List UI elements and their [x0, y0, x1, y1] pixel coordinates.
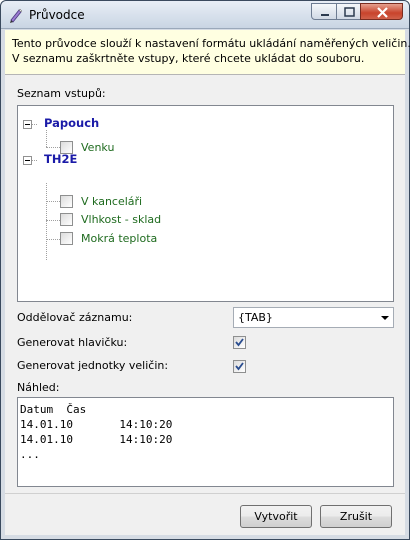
tree-connector — [46, 130, 47, 147]
checkmark-icon — [235, 362, 244, 371]
maximize-button[interactable] — [336, 3, 361, 20]
input-checkbox[interactable] — [60, 213, 73, 226]
minimize-button[interactable] — [311, 3, 337, 20]
tree-connector — [32, 124, 37, 125]
inputs-tree[interactable]: Papouch Venku TH2E V kanceláři Vlhkost -… — [17, 105, 394, 302]
preview-line: 14.01.10 14:10:20 — [20, 433, 173, 446]
checkmark-icon — [235, 338, 244, 347]
preview-label: Náhled: — [17, 381, 60, 394]
info-line: V seznamu zaškrtněte vstupy, které chcet… — [12, 52, 365, 65]
info-panel: Tento průvodce slouží k nastavení formát… — [5, 30, 410, 75]
units-checkbox[interactable] — [233, 360, 246, 373]
tree-connector — [46, 201, 60, 202]
dialog-footer: Vytvořit Zrušit — [5, 493, 405, 535]
tree-item-vlhkost-sklad[interactable]: Vlhkost - sklad — [81, 213, 161, 229]
close-button[interactable] — [360, 3, 403, 20]
info-line: Tento průvodce slouží k nastavení formát… — [12, 37, 410, 50]
header-label: Generovat hlavičku: — [17, 336, 128, 349]
chevron-down-icon — [381, 316, 389, 320]
tree-item-mokra-teplota[interactable]: Mokrá teplota — [81, 232, 157, 248]
tree-connector — [46, 183, 47, 260]
tree-group-th2e[interactable]: TH2E — [44, 152, 77, 168]
preview-line: Datum Čas — [20, 403, 87, 416]
tree-connector — [46, 239, 60, 240]
cancel-button[interactable]: Zrušit — [320, 505, 392, 528]
header-checkbox[interactable] — [233, 336, 246, 349]
close-icon — [377, 7, 388, 18]
preview-box[interactable]: Datum Čas 14.01.10 14:10:20 14.01.10 14:10… — [17, 397, 394, 487]
separator-dropdown[interactable]: {TAB} — [233, 307, 394, 328]
window-title: Průvodce — [29, 8, 85, 22]
tree-connector — [46, 147, 60, 148]
create-button[interactable]: Vytvořit — [240, 505, 312, 528]
inputs-label: Seznam vstupů: — [17, 87, 106, 100]
minimize-icon — [321, 14, 329, 16]
wizard-pen-icon — [10, 8, 23, 23]
title-bar[interactable]: Průvodce — [1, 1, 409, 29]
tree-connector — [32, 160, 37, 161]
tree-group-papouch[interactable]: Papouch — [44, 116, 99, 132]
dialog-body: Tento průvodce slouží k nastavení formát… — [5, 30, 410, 535]
separator-label: Oddělovač záznamu: — [17, 311, 133, 324]
wizard-window: Průvodce Tento průvodce slouží k nastave… — [0, 0, 410, 540]
units-label: Generovat jednotky veličin: — [17, 359, 169, 372]
preview-line: 14.01.10 14:10:20 — [20, 418, 173, 431]
input-checkbox[interactable] — [60, 232, 73, 245]
tree-item-v-kancelari[interactable]: V kanceláři — [81, 195, 142, 211]
preview-line: ... — [20, 448, 40, 461]
tree-connector — [46, 220, 60, 221]
separator-value: {TAB} — [238, 311, 273, 324]
tree-item-venku[interactable]: Venku — [81, 141, 114, 157]
collapse-icon[interactable] — [23, 120, 32, 129]
collapse-icon[interactable] — [23, 156, 32, 165]
input-checkbox[interactable] — [60, 195, 73, 208]
maximize-icon — [344, 7, 355, 17]
